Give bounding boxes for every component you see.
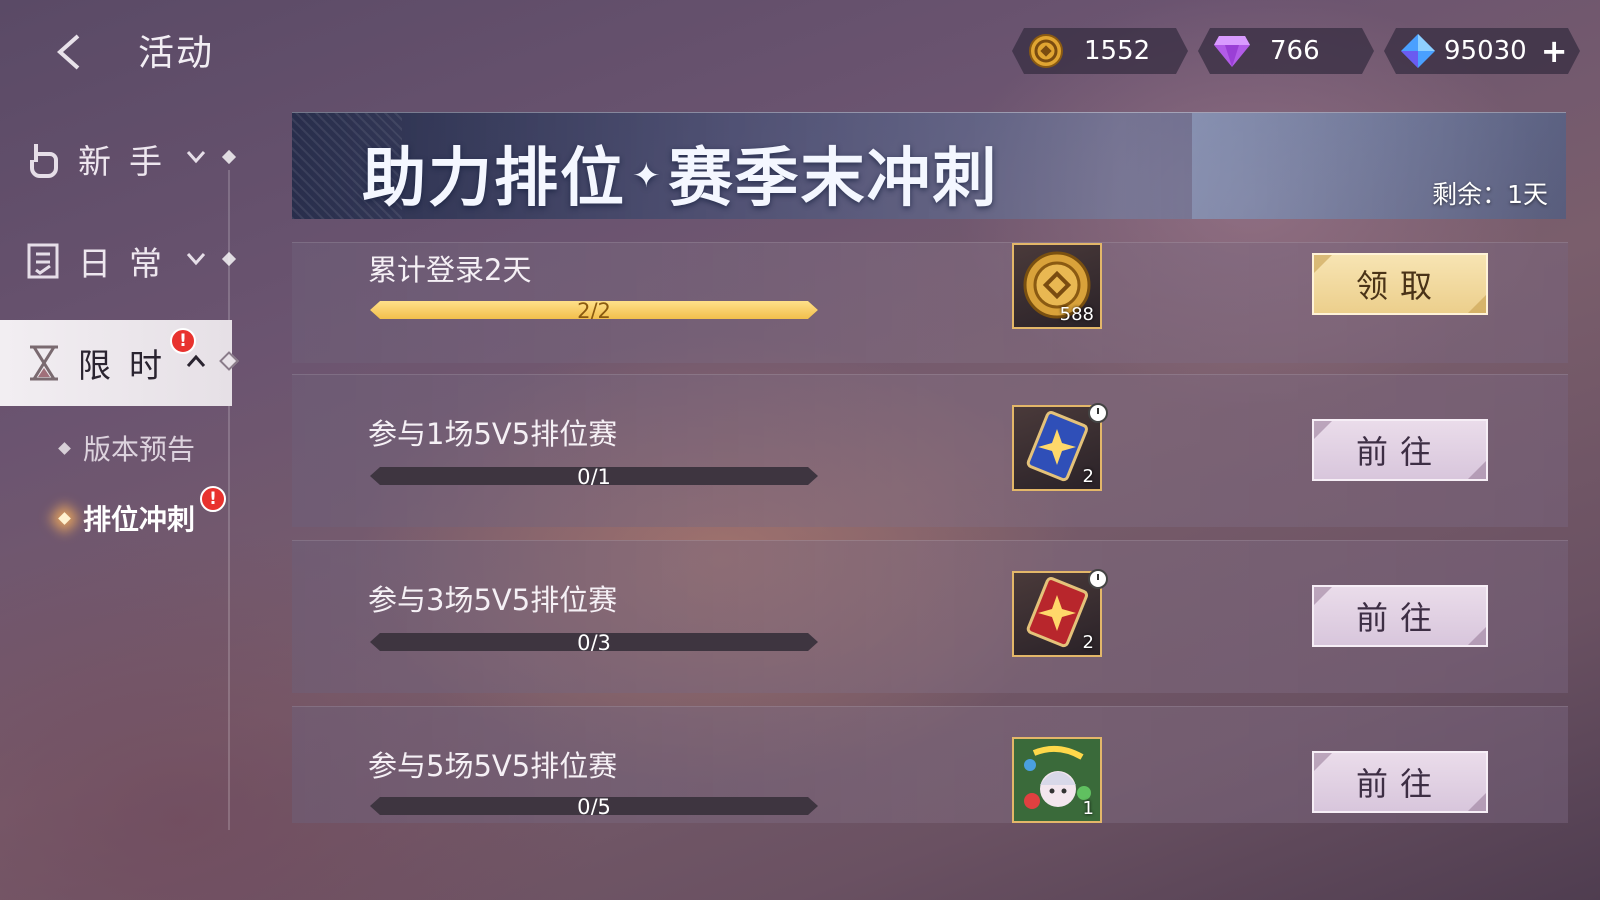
button-corner bbox=[1314, 753, 1332, 771]
back-arrow-icon bbox=[56, 34, 80, 70]
task-row: 累计登录2天 2/2 588 领取 bbox=[292, 242, 1568, 363]
sidebar-category-label: 新手 bbox=[78, 142, 180, 181]
task-name: 参与5场5V5排位赛 bbox=[368, 749, 618, 783]
reward-quantity: 1 bbox=[1082, 798, 1094, 819]
button-corner bbox=[1468, 461, 1486, 479]
claim-button[interactable]: 领取 bbox=[1312, 253, 1488, 315]
task-name: 参与1场5V5排位赛 bbox=[368, 417, 618, 451]
diamond-bullet-icon bbox=[58, 441, 71, 455]
currency-gem[interactable]: 766 bbox=[1198, 28, 1374, 74]
progress-text: 0/3 bbox=[577, 631, 611, 655]
task-name: 参与3场5V5排位赛 bbox=[368, 583, 618, 617]
progress-text: 0/1 bbox=[577, 465, 611, 489]
claim-button-label: 领取 bbox=[1355, 267, 1444, 305]
goto-button-label: 前往 bbox=[1355, 433, 1444, 471]
banner-title-part2: 赛季末冲刺 bbox=[668, 142, 999, 216]
goto-button-label: 前往 bbox=[1355, 599, 1444, 637]
remaining-time: 剩余：1天 bbox=[1432, 180, 1548, 209]
currency-gold[interactable]: 1552 bbox=[1012, 28, 1188, 74]
task-row: 参与5场5V5排位赛 0/5 1 前往 bbox=[292, 706, 1568, 823]
purple-diamond-icon bbox=[1212, 31, 1252, 71]
gold-coin-icon bbox=[1026, 31, 1066, 71]
task-progress-bar: 0/3 bbox=[370, 633, 818, 651]
sidebar-subitem-rank-sprint[interactable]: 排位冲刺 ! bbox=[58, 486, 226, 538]
reward-item[interactable]: 588 bbox=[1012, 243, 1102, 329]
task-row: 参与3场5V5排位赛 0/3 2 前往 bbox=[292, 540, 1568, 693]
page-title: 活动 bbox=[138, 33, 215, 74]
banner-title: 助力排位 ✦赛季末冲刺 bbox=[362, 127, 999, 219]
progress-text: 2/2 bbox=[577, 299, 611, 323]
currency-crystal[interactable]: 95030 + bbox=[1384, 28, 1580, 74]
banner-title-part1: 助力排位 bbox=[362, 142, 626, 216]
task-progress-bar: 0/1 bbox=[370, 467, 818, 485]
sidebar-subitem-version-preview[interactable]: 版本预告 bbox=[58, 428, 196, 468]
back-button[interactable] bbox=[48, 30, 96, 74]
task-progress-bar: 0/5 bbox=[370, 797, 818, 815]
sidebar-category-daily[interactable]: 日常 bbox=[0, 218, 237, 304]
diamond-marker bbox=[221, 251, 237, 267]
button-corner bbox=[1314, 587, 1332, 605]
sparkle-icon: ✦ bbox=[632, 156, 663, 197]
gold-amount: 1552 bbox=[1084, 36, 1151, 66]
button-corner bbox=[1314, 255, 1332, 273]
notification-badge: ! bbox=[200, 486, 226, 512]
checklist-icon bbox=[24, 241, 64, 281]
diamond-bullet-icon bbox=[58, 511, 71, 525]
reward-quantity: 2 bbox=[1082, 466, 1094, 487]
goto-button[interactable]: 前往 bbox=[1312, 419, 1488, 481]
subitem-label: 版本预告 bbox=[83, 433, 196, 466]
task-row: 参与1场5V5排位赛 0/1 2 前往 bbox=[292, 374, 1568, 527]
notification-badge: ! bbox=[170, 328, 196, 354]
chevron-up-icon bbox=[186, 354, 206, 367]
sidebar-category-newbie[interactable]: 新手 bbox=[0, 116, 237, 202]
chevron-down-icon bbox=[186, 151, 206, 164]
goto-button[interactable]: 前往 bbox=[1312, 585, 1488, 647]
clock-icon bbox=[1088, 569, 1108, 589]
goto-button-label: 前往 bbox=[1355, 765, 1444, 803]
chevron-down-icon bbox=[186, 253, 206, 266]
event-banner: 助力排位 ✦赛季末冲刺 剩余：1天 bbox=[292, 112, 1566, 219]
sidebar-category-label: 日常 bbox=[78, 244, 180, 283]
reward-quantity: 588 bbox=[1059, 304, 1094, 325]
diamond-marker bbox=[219, 351, 239, 371]
sidebar-category-label: 限时 bbox=[78, 346, 180, 385]
task-progress-bar: 2/2 bbox=[370, 301, 818, 319]
add-crystal-button[interactable]: + bbox=[1541, 32, 1568, 70]
button-corner bbox=[1314, 421, 1332, 439]
button-corner bbox=[1468, 627, 1486, 645]
diamond-marker bbox=[221, 149, 237, 165]
subitem-label: 排位冲刺 bbox=[83, 503, 196, 536]
goto-button[interactable]: 前往 bbox=[1312, 751, 1488, 813]
hourglass-icon bbox=[24, 343, 64, 383]
task-name: 累计登录2天 bbox=[368, 253, 532, 287]
clock-icon bbox=[1088, 403, 1108, 423]
hand-icon bbox=[24, 139, 64, 179]
crystal-amount: 95030 bbox=[1444, 36, 1527, 66]
button-corner bbox=[1468, 793, 1486, 811]
button-corner bbox=[1468, 295, 1486, 313]
gem-amount: 766 bbox=[1270, 36, 1320, 66]
progress-text: 0/5 bbox=[577, 795, 611, 819]
blue-crystal-icon bbox=[1398, 31, 1438, 71]
reward-item[interactable]: 1 bbox=[1012, 737, 1102, 823]
sidebar-category-limited[interactable]: 限时 ! bbox=[0, 320, 239, 406]
reward-quantity: 2 bbox=[1082, 632, 1094, 653]
